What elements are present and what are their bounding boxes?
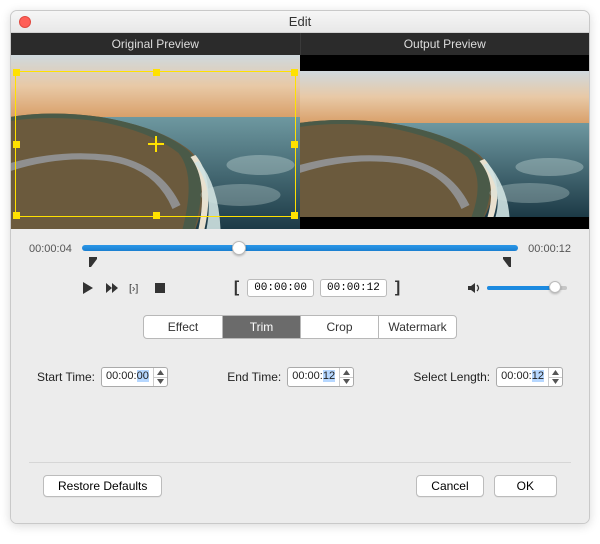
window-title: Edit [289, 14, 311, 29]
timeline: 00:00:04 00:00:12 [29, 239, 571, 259]
trim-end-marker-icon[interactable] [502, 257, 511, 267]
dialog-footer: Restore Defaults Cancel OK [29, 462, 571, 509]
transport-row: [›] [ 00:00:00 00:00:12 ] [29, 279, 571, 297]
crop-rectangle[interactable] [15, 71, 296, 217]
play-icon[interactable] [81, 281, 95, 295]
start-time-label: Start Time: [37, 370, 95, 384]
edit-window: Edit Original Preview Output Preview [10, 10, 590, 524]
stepper-up-icon[interactable] [154, 368, 167, 377]
output-preview [300, 55, 589, 229]
volume-slider[interactable] [487, 286, 567, 290]
controls-panel: 00:00:04 00:00:12 [›] [ [11, 229, 589, 523]
crop-handle[interactable] [291, 69, 298, 76]
crosshair-icon[interactable] [148, 136, 164, 152]
stepper-down-icon[interactable] [154, 377, 167, 386]
crop-handle[interactable] [291, 141, 298, 148]
timeline-end-tc: 00:00:12 [528, 243, 571, 255]
crop-handle[interactable] [291, 212, 298, 219]
crop-handle[interactable] [13, 69, 20, 76]
tab-crop[interactable]: Crop [300, 316, 378, 338]
trim-start-marker-icon[interactable] [89, 257, 98, 267]
bracket-group: [ 00:00:00 00:00:12 ] [232, 279, 402, 297]
crop-handle[interactable] [13, 141, 20, 148]
stepper-up-icon[interactable] [340, 368, 353, 377]
tab-watermark[interactable]: Watermark [378, 316, 456, 338]
crop-handle[interactable] [13, 212, 20, 219]
end-time-input[interactable]: 00:00:12 [287, 367, 354, 387]
volume-icon[interactable] [467, 281, 481, 295]
tab-bar: Effect Trim Crop Watermark [143, 315, 457, 339]
start-time-field: Start Time: 00:00:00 [37, 367, 168, 387]
timeline-playhead[interactable] [232, 241, 246, 255]
start-time-input[interactable]: 00:00:00 [101, 367, 168, 387]
set-in-point-icon[interactable]: [ [232, 279, 241, 297]
svg-text:[›]: [›] [129, 282, 138, 294]
in-point-tc[interactable]: 00:00:00 [247, 279, 314, 297]
select-length-input[interactable]: 00:00:12 [496, 367, 563, 387]
timeline-start-tc: 00:00:04 [29, 243, 72, 255]
stop-icon[interactable] [153, 281, 167, 295]
volume-group [467, 281, 567, 295]
stepper-down-icon[interactable] [549, 377, 562, 386]
ok-button[interactable]: OK [494, 475, 557, 497]
out-point-tc[interactable]: 00:00:12 [320, 279, 387, 297]
crop-handle[interactable] [153, 212, 160, 219]
next-frame-icon[interactable]: [›] [129, 281, 143, 295]
cancel-button[interactable]: Cancel [416, 475, 483, 497]
select-length-label: Select Length: [413, 370, 490, 384]
end-time-label: End Time: [227, 370, 281, 384]
end-time-field: End Time: 00:00:12 [227, 367, 354, 387]
volume-thumb[interactable] [549, 281, 561, 293]
fast-forward-icon[interactable] [105, 281, 119, 295]
timeline-bar [82, 245, 518, 251]
close-icon[interactable] [19, 16, 31, 28]
timeline-track[interactable] [82, 239, 518, 259]
preview-area [11, 55, 589, 229]
select-length-field: Select Length: 00:00:12 [413, 367, 563, 387]
playback-controls: [›] [81, 281, 167, 295]
tab-effect[interactable]: Effect [144, 316, 222, 338]
tab-trim[interactable]: Trim [222, 316, 300, 338]
stepper-down-icon[interactable] [340, 377, 353, 386]
set-out-point-icon[interactable]: ] [393, 279, 402, 297]
restore-defaults-button[interactable]: Restore Defaults [43, 475, 162, 497]
titlebar[interactable]: Edit [11, 11, 589, 33]
preview-header: Original Preview Output Preview [11, 33, 589, 55]
volume-fill [487, 286, 555, 290]
output-preview-label: Output Preview [300, 33, 590, 55]
original-preview-label: Original Preview [11, 33, 300, 55]
original-preview[interactable] [11, 55, 300, 229]
timeline-markers [85, 259, 515, 269]
stepper-up-icon[interactable] [549, 368, 562, 377]
trim-fields: Start Time: 00:00:00 End Time: 00:00:12 [37, 367, 563, 387]
crop-handle[interactable] [153, 69, 160, 76]
